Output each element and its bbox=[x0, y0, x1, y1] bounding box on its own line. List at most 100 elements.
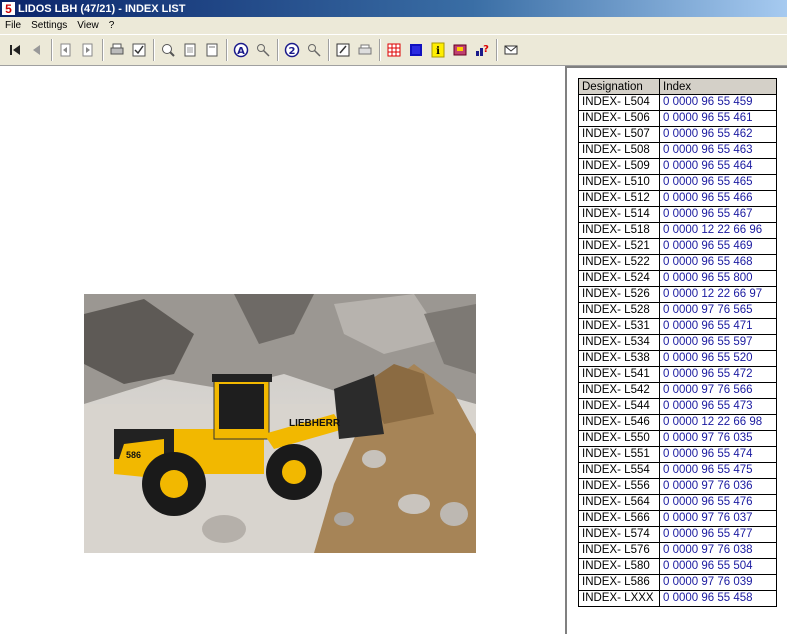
header-index[interactable]: Index bbox=[659, 78, 777, 95]
designation-cell[interactable]: INDEX- L531 bbox=[578, 318, 660, 335]
designation-cell[interactable]: INDEX- L514 bbox=[578, 206, 660, 223]
menu-view[interactable]: View bbox=[72, 20, 104, 31]
designation-cell[interactable]: INDEX- LXXX bbox=[578, 590, 660, 607]
index-cell[interactable]: 0 0000 96 55 520 bbox=[659, 350, 777, 367]
index-cell[interactable]: 0 0000 96 55 471 bbox=[659, 318, 777, 335]
blue-square-icon[interactable] bbox=[406, 40, 426, 60]
table-row[interactable]: INDEX- L566 0 0000 97 76 037 bbox=[578, 510, 777, 527]
designation-cell[interactable]: INDEX- L550 bbox=[578, 430, 660, 447]
table-row[interactable]: INDEX- L509 0 0000 96 55 464 bbox=[578, 158, 777, 175]
table-row[interactable]: INDEX- L528 0 0000 97 76 565 bbox=[578, 302, 777, 319]
index-cell[interactable]: 0 0000 12 22 66 97 bbox=[659, 286, 777, 303]
designation-cell[interactable]: INDEX- L544 bbox=[578, 398, 660, 415]
index-cell[interactable]: 0 0000 96 55 459 bbox=[659, 94, 777, 111]
table-row[interactable]: INDEX- L507 0 0000 96 55 462 bbox=[578, 126, 777, 143]
table-row[interactable]: INDEX- L538 0 0000 96 55 520 bbox=[578, 350, 777, 367]
print-setup-icon[interactable] bbox=[129, 40, 149, 60]
search-2-icon[interactable]: 2 bbox=[282, 40, 302, 60]
index-cell[interactable]: 0 0000 96 55 465 bbox=[659, 174, 777, 191]
table-row[interactable]: INDEX- L510 0 0000 96 55 465 bbox=[578, 174, 777, 191]
index-cell[interactable]: 0 0000 97 76 037 bbox=[659, 510, 777, 527]
table-row[interactable]: INDEX- L541 0 0000 96 55 472 bbox=[578, 366, 777, 383]
table-row[interactable]: INDEX- L524 0 0000 96 55 800 bbox=[578, 270, 777, 287]
designation-cell[interactable]: INDEX- L576 bbox=[578, 542, 660, 559]
designation-cell[interactable]: INDEX- L528 bbox=[578, 302, 660, 319]
index-cell[interactable]: 0 0000 96 55 466 bbox=[659, 190, 777, 207]
search-tool-2-icon[interactable] bbox=[304, 40, 324, 60]
designation-cell[interactable]: INDEX- L504 bbox=[578, 94, 660, 111]
menu-settings[interactable]: Settings bbox=[26, 20, 72, 31]
help-icon[interactable]: ? bbox=[472, 40, 492, 60]
table-row[interactable]: INDEX- L508 0 0000 96 55 463 bbox=[578, 142, 777, 159]
index-cell[interactable]: 0 0000 96 55 473 bbox=[659, 398, 777, 415]
designation-cell[interactable]: INDEX- L538 bbox=[578, 350, 660, 367]
index-cell[interactable]: 0 0000 96 55 469 bbox=[659, 238, 777, 255]
book-icon[interactable] bbox=[450, 40, 470, 60]
menu-help[interactable]: ? bbox=[104, 20, 120, 31]
edit-icon[interactable] bbox=[333, 40, 353, 60]
table-row[interactable]: INDEX- L550 0 0000 97 76 035 bbox=[578, 430, 777, 447]
prev-page-icon[interactable] bbox=[27, 40, 47, 60]
index-cell[interactable]: 0 0000 96 55 504 bbox=[659, 558, 777, 575]
next-doc-icon[interactable] bbox=[78, 40, 98, 60]
designation-cell[interactable]: INDEX- L518 bbox=[578, 222, 660, 239]
designation-cell[interactable]: INDEX- L580 bbox=[578, 558, 660, 575]
designation-cell[interactable]: INDEX- L541 bbox=[578, 366, 660, 383]
designation-cell[interactable]: INDEX- L521 bbox=[578, 238, 660, 255]
index-cell[interactable]: 0 0000 96 55 463 bbox=[659, 142, 777, 159]
table-row[interactable]: INDEX- L542 0 0000 97 76 566 bbox=[578, 382, 777, 399]
table-row[interactable]: INDEX- L564 0 0000 96 55 476 bbox=[578, 494, 777, 511]
search-a-icon[interactable]: A bbox=[231, 40, 251, 60]
designation-cell[interactable]: INDEX- L586 bbox=[578, 574, 660, 591]
zoom-in-icon[interactable] bbox=[158, 40, 178, 60]
index-cell[interactable]: 0 0000 97 76 036 bbox=[659, 478, 777, 495]
index-cell[interactable]: 0 0000 12 22 66 96 bbox=[659, 222, 777, 239]
designation-cell[interactable]: INDEX- L506 bbox=[578, 110, 660, 127]
designation-cell[interactable]: INDEX- L542 bbox=[578, 382, 660, 399]
index-cell[interactable]: 0 0000 96 55 472 bbox=[659, 366, 777, 383]
index-cell[interactable]: 0 0000 96 55 464 bbox=[659, 158, 777, 175]
table-row[interactable]: INDEX- L586 0 0000 97 76 039 bbox=[578, 574, 777, 591]
table-row[interactable]: INDEX- L521 0 0000 96 55 469 bbox=[578, 238, 777, 255]
table-row[interactable]: INDEX- L522 0 0000 96 55 468 bbox=[578, 254, 777, 271]
fit-page-icon[interactable] bbox=[180, 40, 200, 60]
index-cell[interactable]: 0 0000 97 76 038 bbox=[659, 542, 777, 559]
designation-cell[interactable]: INDEX- L551 bbox=[578, 446, 660, 463]
index-cell[interactable]: 0 0000 97 76 565 bbox=[659, 302, 777, 319]
info-icon[interactable]: i bbox=[428, 40, 448, 60]
table-row[interactable]: INDEX- L518 0 0000 12 22 66 96 bbox=[578, 222, 777, 239]
designation-cell[interactable]: INDEX- L507 bbox=[578, 126, 660, 143]
index-cell[interactable]: 0 0000 96 55 597 bbox=[659, 334, 777, 351]
designation-cell[interactable]: INDEX- L526 bbox=[578, 286, 660, 303]
index-cell[interactable]: 0 0000 97 76 035 bbox=[659, 430, 777, 447]
designation-cell[interactable]: INDEX- L554 bbox=[578, 462, 660, 479]
table-row[interactable]: INDEX- L506 0 0000 96 55 461 bbox=[578, 110, 777, 127]
table-row[interactable]: INDEX- L556 0 0000 97 76 036 bbox=[578, 478, 777, 495]
page-icon[interactable] bbox=[202, 40, 222, 60]
designation-cell[interactable]: INDEX- L574 bbox=[578, 526, 660, 543]
search-tools-icon[interactable] bbox=[253, 40, 273, 60]
index-cell[interactable]: 0 0000 96 55 461 bbox=[659, 110, 777, 127]
designation-cell[interactable]: INDEX- L546 bbox=[578, 414, 660, 431]
index-cell[interactable]: 0 0000 96 55 467 bbox=[659, 206, 777, 223]
menu-file[interactable]: File bbox=[0, 20, 26, 31]
index-cell[interactable]: 0 0000 97 76 566 bbox=[659, 382, 777, 399]
prev-doc-icon[interactable] bbox=[56, 40, 76, 60]
mail-icon[interactable] bbox=[501, 40, 521, 60]
index-cell[interactable]: 0 0000 96 55 474 bbox=[659, 446, 777, 463]
designation-cell[interactable]: INDEX- L508 bbox=[578, 142, 660, 159]
designation-cell[interactable]: INDEX- L566 bbox=[578, 510, 660, 527]
index-cell[interactable]: 0 0000 96 55 477 bbox=[659, 526, 777, 543]
designation-cell[interactable]: INDEX- L564 bbox=[578, 494, 660, 511]
index-cell[interactable]: 0 0000 96 55 800 bbox=[659, 270, 777, 287]
table-row[interactable]: INDEX- L514 0 0000 96 55 467 bbox=[578, 206, 777, 223]
table-row[interactable]: INDEX- L574 0 0000 96 55 477 bbox=[578, 526, 777, 543]
designation-cell[interactable]: INDEX- L522 bbox=[578, 254, 660, 271]
index-cell[interactable]: 0 0000 96 55 475 bbox=[659, 462, 777, 479]
designation-cell[interactable]: INDEX- L534 bbox=[578, 334, 660, 351]
table-row[interactable]: INDEX- L504 0 0000 96 55 459 bbox=[578, 94, 777, 111]
table-row[interactable]: INDEX- L580 0 0000 96 55 504 bbox=[578, 558, 777, 575]
designation-cell[interactable]: INDEX- L512 bbox=[578, 190, 660, 207]
index-cell[interactable]: 0 0000 96 55 462 bbox=[659, 126, 777, 143]
table-row[interactable]: INDEX- L554 0 0000 96 55 475 bbox=[578, 462, 777, 479]
